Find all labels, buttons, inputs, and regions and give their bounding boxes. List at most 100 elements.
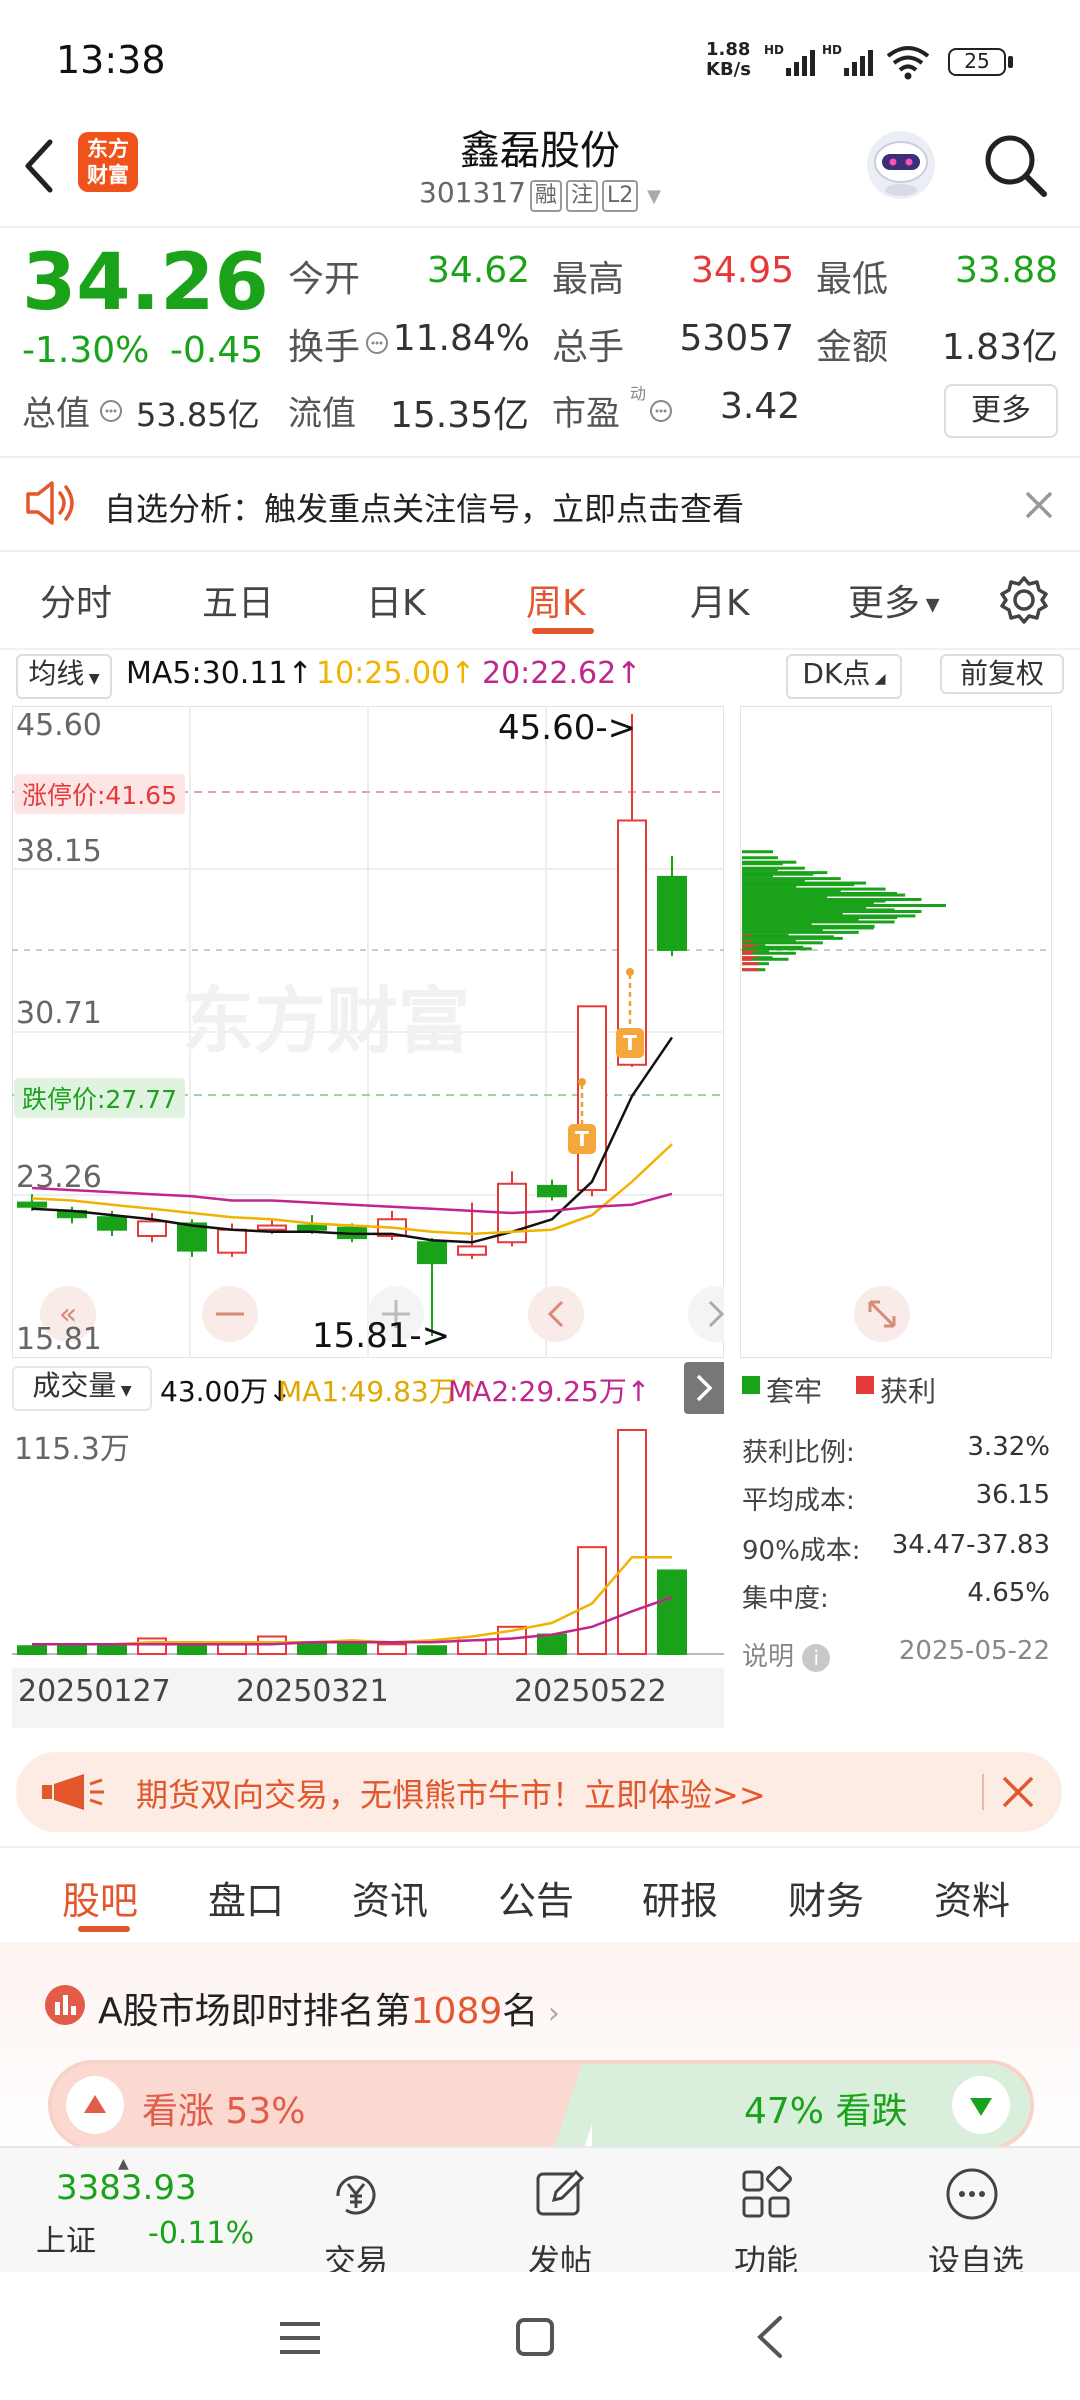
candle-body[interactable] <box>537 1184 567 1198</box>
chip-trapped-bar <box>742 930 859 934</box>
vote-bear-button[interactable] <box>952 2076 1010 2134</box>
candle-body[interactable] <box>257 1224 287 1231</box>
svg-text:T: T <box>623 1031 637 1055</box>
tab-five-day[interactable]: 五日 <box>202 574 274 626</box>
volume-bar[interactable] <box>417 1645 447 1656</box>
section-divider <box>0 1846 1080 1848</box>
pe-value: 3.42 <box>720 386 801 427</box>
candle-body[interactable] <box>217 1228 247 1254</box>
index-change: -0.11% <box>148 2216 255 2251</box>
notice-banner-text[interactable]: 自选分析：触发重点关注信号，立即点击查看 <box>104 484 744 530</box>
info-circle-icon[interactable] <box>364 330 390 356</box>
more-options-icon[interactable] <box>944 2166 1000 2222</box>
trapped-legend-swatch <box>742 1376 760 1394</box>
tab-order-book[interactable]: 盘口 <box>208 1870 284 1925</box>
volume-bar[interactable] <box>97 1643 127 1655</box>
volume-selector-label: 成交量 <box>32 1369 117 1402</box>
chevron-right-icon <box>696 1374 713 1402</box>
tab-news[interactable]: 资讯 <box>352 1870 428 1925</box>
menu-icon[interactable] <box>278 2318 322 2358</box>
candle-body[interactable] <box>297 1224 327 1231</box>
settings-gear-icon[interactable] <box>998 574 1050 626</box>
market-rank[interactable]: A股市场即时排名第1089名 › <box>98 1982 560 2034</box>
tab-profile[interactable]: 资料 <box>934 1870 1010 1925</box>
chip-profit-bar <box>742 968 759 972</box>
ma-selector-label: 均线 <box>28 657 85 690</box>
volume-bar[interactable] <box>297 1643 327 1655</box>
volume-ma2-readout: MA2:29.25万↑ <box>448 1375 651 1408</box>
volume-bar[interactable] <box>617 1429 647 1655</box>
volume-bar[interactable] <box>457 1639 487 1656</box>
signal-icon: HD HD <box>764 43 873 76</box>
candle-body[interactable] <box>137 1220 167 1237</box>
expand-panel-button[interactable] <box>684 1362 724 1414</box>
volume-bar[interactable] <box>657 1569 687 1656</box>
ad-banner[interactable]: 期货双向交易，无惧熊市牛市！立即体验>> <box>16 1752 1062 1832</box>
volume-bar[interactable] <box>377 1643 407 1655</box>
robot-assistant-icon[interactable] <box>862 126 940 204</box>
home-square-icon[interactable] <box>514 2316 556 2358</box>
tab-announcements[interactable]: 公告 <box>498 1870 574 1925</box>
tab-more[interactable]: 更多 ▼ <box>848 574 940 626</box>
chip-profit-bar <box>742 951 753 955</box>
info-circle-icon[interactable] <box>98 398 124 424</box>
profit-ratio-value: 3.32% <box>967 1432 1050 1462</box>
volume-bar[interactable] <box>537 1633 567 1655</box>
volume-bar[interactable] <box>17 1645 47 1656</box>
post-edit-icon[interactable] <box>532 2166 588 2222</box>
close-icon[interactable] <box>1024 490 1054 520</box>
float-value: 15.35亿 <box>390 395 530 436</box>
tab-intraday[interactable]: 分时 <box>40 574 112 626</box>
explanation-link[interactable]: 说明 i <box>742 1636 831 1673</box>
battery-tip <box>1008 56 1013 68</box>
search-icon[interactable] <box>982 132 1048 198</box>
candle-body[interactable] <box>657 875 687 951</box>
tab-daily-k[interactable]: 日K <box>366 574 426 626</box>
chip-trapped-bar <box>742 947 812 951</box>
quote-divider <box>0 456 1080 458</box>
index-value[interactable]: 3383.93 <box>56 2168 197 2208</box>
svg-text:HD: HD <box>764 43 784 57</box>
tab-forum[interactable]: 股吧 <box>62 1870 138 1925</box>
chip-distribution-chart[interactable] <box>740 706 1052 1358</box>
tab-monthly-k[interactable]: 月K <box>690 574 750 626</box>
back-icon[interactable] <box>752 2314 788 2360</box>
ma5-readout: MA5:30.11↑ <box>126 656 313 691</box>
ma-selector[interactable]: 均线 ▼ <box>16 654 112 699</box>
system-nav-bar <box>0 2272 1080 2400</box>
chip-trapped-bar <box>742 850 774 854</box>
close-icon[interactable] <box>1000 1774 1036 1810</box>
svg-text:HD: HD <box>822 43 842 57</box>
volume-bar[interactable] <box>577 1546 607 1656</box>
avg-cost-value: 36.15 <box>975 1480 1050 1510</box>
info-circle-icon[interactable] <box>648 398 674 424</box>
volume-indicator-selector[interactable]: 成交量 ▼ <box>12 1366 152 1411</box>
volume-bar[interactable] <box>337 1641 367 1655</box>
header-divider <box>0 226 1080 228</box>
bottom-active-tab-indicator <box>78 1926 130 1932</box>
volume-bar[interactable] <box>137 1637 167 1655</box>
dk-point-selector[interactable]: DK点 ◢ <box>786 654 902 699</box>
volume-bar[interactable] <box>57 1645 87 1656</box>
more-quote-button[interactable]: 更多 <box>944 384 1058 438</box>
chip-trapped-bar <box>742 910 922 914</box>
profit-legend-label: 获利 <box>880 1375 937 1408</box>
candle-body[interactable] <box>17 1201 47 1208</box>
battery-icon: 25 <box>948 48 1006 76</box>
candle-body[interactable] <box>457 1245 487 1256</box>
candle-body[interactable] <box>97 1216 127 1231</box>
functions-grid-icon[interactable] <box>738 2166 794 2222</box>
adjust-selector[interactable]: 前复权 <box>940 654 1064 694</box>
expand-button[interactable] <box>854 1286 910 1342</box>
chip-trapped-bar <box>742 899 886 903</box>
tab-research[interactable]: 研报 <box>642 1870 718 1925</box>
tab-financials[interactable]: 财务 <box>788 1870 864 1925</box>
rank-suffix: 名 <box>502 1991 539 2032</box>
scroll-left-button[interactable] <box>528 1286 584 1342</box>
candle-body[interactable] <box>417 1241 447 1265</box>
tab-weekly-k[interactable]: 周K <box>526 574 586 626</box>
trade-yen-icon[interactable] <box>326 2166 386 2226</box>
amount-label: 金额 <box>816 327 889 368</box>
cost-90-value: 34.47-37.83 <box>891 1530 1050 1560</box>
vote-bull-button[interactable] <box>66 2076 124 2134</box>
